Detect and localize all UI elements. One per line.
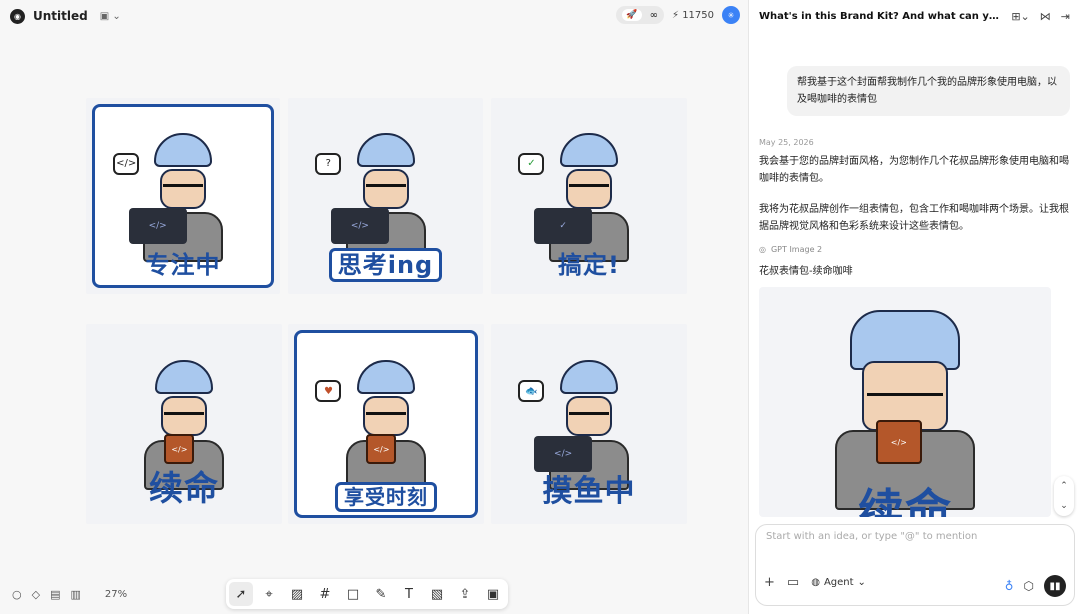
model-icon: ◎ [759, 245, 766, 254]
canvas[interactable]: ◉ Untitled ▣ ⌄ 🚀 ∞ ⚡ 11750 ✳ </> </> 专注中… [0, 0, 748, 614]
caption-text: 思考ing [328, 248, 443, 282]
sticker-caption: 续命 [149, 469, 219, 509]
ai-message: 我会基于您的品牌封面风格，为您制作几个花叔品牌形象使用电脑和喝咖啡的表情包。 我… [759, 153, 1070, 235]
image-title: 花叔表情包-续命咖啡 [759, 266, 853, 277]
layers-icon[interactable]: ◇ [32, 588, 40, 601]
bottom-bar: ○ ◇ ▤ ▥ 27% ➚ ⌖ ▨ # □ ✎ T ▧ ⇪ ▣ [0, 574, 748, 614]
coffee-cup-icon: </> [164, 434, 195, 464]
panel-header: What's in this Brand Kit? And what can y… [749, 0, 1080, 32]
glasses [366, 412, 406, 422]
code-bubble-icon: </> [113, 152, 140, 175]
sticker-done[interactable]: ✓ ✓ 搞定! [491, 98, 687, 294]
chevron-down-icon: ⌄ [857, 577, 866, 588]
agent-icon: ◍ [811, 577, 820, 588]
sticker-caption: 享受时刻 [288, 481, 484, 512]
project-title[interactable]: Untitled [33, 9, 88, 23]
sticker-focus[interactable]: </> </> 专注中 [86, 98, 280, 294]
text-tool-icon[interactable]: T [397, 582, 421, 606]
model-tag: ◎ GPT Image 2 [759, 245, 1070, 254]
composer: + ▭ ◍ Agent ⌄ ♁ ⬡ ▮▮ [755, 524, 1075, 606]
user-message: 帮我基于这个封面帮我制作几个我的品牌形象使用电脑，以及喝咖啡的表情包 [787, 66, 1070, 116]
generated-image[interactable]: </> 续命 [759, 287, 1051, 517]
heart-bubble-icon: ♥ [315, 380, 342, 402]
coffee-cup-icon: </> [366, 434, 397, 464]
frame-tool-icon[interactable]: # [313, 582, 337, 606]
prompt-input[interactable] [766, 531, 1064, 561]
agent-selector[interactable]: ◍ Agent ⌄ [811, 577, 866, 588]
pen-tool-icon[interactable]: ✎ [369, 582, 393, 606]
upload-tool-icon[interactable]: ⇪ [453, 582, 477, 606]
coffee-cup-icon: </> [875, 420, 922, 465]
idea-icon[interactable]: ♁ [1005, 579, 1014, 593]
voice-icon[interactable]: ▮▮ [1044, 575, 1066, 597]
new-chat-icon[interactable]: ⊞⌄ [1011, 10, 1029, 23]
glasses [867, 392, 943, 403]
project-menu-icon[interactable]: ▣ ⌄ [100, 11, 121, 22]
scroll-down-icon[interactable]: ⌄ [1060, 501, 1068, 511]
hat [560, 360, 618, 394]
laptop-icon: ✓ [534, 207, 593, 244]
check-bubble-icon: ✓ [518, 152, 545, 175]
circle-icon[interactable]: ○ [12, 588, 22, 601]
sticker-caption: 思考ing [288, 245, 483, 282]
sticker-caption: 专注中 [145, 251, 221, 279]
app-logo[interactable]: ◉ [10, 8, 25, 24]
scroll-buttons: ⌃ ⌄ [1054, 476, 1074, 516]
credits-counter[interactable]: ⚡ 11750 [672, 10, 714, 21]
video-tool-icon[interactable]: ▣ [481, 582, 505, 606]
avatar[interactable]: ✳ [722, 6, 740, 24]
glasses [163, 184, 203, 194]
book-icon[interactable]: ▭ [787, 575, 799, 590]
sticker-caption: 摸鱼中 [542, 474, 636, 509]
ai-paragraph: 我将为花叔品牌创作一组表情包，包含工作和喝咖啡两个场景。让我根据品牌视觉风格和色… [759, 204, 1069, 232]
result-caption: 续命 [858, 484, 952, 517]
sticker-enjoy[interactable]: ♥ </> 享受时刻 [288, 324, 484, 524]
question-bubble-icon: ? [315, 152, 342, 175]
library-icon[interactable]: ▥ [70, 588, 80, 601]
assets-icon[interactable]: ▤ [50, 588, 60, 601]
model-name: GPT Image 2 [770, 245, 823, 254]
glasses [569, 184, 609, 194]
tool-bar: ➚ ⌖ ▨ # □ ✎ T ▧ ⇪ ▣ [226, 579, 508, 609]
glasses [569, 412, 609, 422]
chat-thread[interactable]: 帮我基于这个封面帮我制作几个我的品牌形象使用电脑，以及喝咖啡的表情包 May 2… [749, 32, 1080, 522]
message-date: May 25, 2026 [759, 138, 814, 147]
laptop-icon: </> [128, 207, 187, 244]
hat [155, 360, 213, 394]
chat-panel: What's in this Brand Kit? And what can y… [748, 0, 1080, 614]
pin-tool-icon[interactable]: ⌖ [257, 582, 281, 606]
rectangle-tool-icon[interactable]: □ [341, 582, 365, 606]
top-bar: ◉ Untitled ▣ ⌄ 🚀 ∞ ⚡ 11750 ✳ [0, 0, 748, 32]
caption-text: 享受时刻 [335, 482, 437, 512]
conversation-title[interactable]: What's in this Brand Kit? And what can y… [759, 11, 999, 22]
sticker-slacking[interactable]: 🐟 </> 摸鱼中 [491, 324, 687, 524]
collapse-panel-icon[interactable]: ⇥ [1061, 10, 1070, 23]
select-tool-icon[interactable]: ➚ [229, 582, 253, 606]
rocket-icon[interactable]: 🚀 [622, 9, 642, 21]
sticker-caption: 搞定! [558, 251, 620, 279]
share-icon[interactable]: ⋈ [1040, 10, 1051, 23]
zoom-level[interactable]: 27% [105, 589, 127, 600]
glasses [365, 184, 406, 194]
laptop-icon: </> [330, 207, 389, 244]
glasses [164, 412, 204, 422]
infinite-icon[interactable]: ∞ [650, 10, 658, 21]
sticker-coffee[interactable]: </> 续命 [86, 324, 282, 524]
hat [356, 133, 415, 168]
ai-paragraph: 我会基于您的品牌封面风格，为您制作几个花叔品牌形象使用电脑和喝咖啡的表情包。 [759, 156, 1069, 184]
agent-label: Agent [823, 577, 854, 588]
cube-icon[interactable]: ⬡ [1024, 579, 1034, 593]
image-tool-icon[interactable]: ▨ [285, 582, 309, 606]
sticker-thinking[interactable]: ? </> 思考ing [288, 98, 483, 294]
image-gen-tool-icon[interactable]: ▧ [425, 582, 449, 606]
fish-bubble-icon: 🐟 [518, 380, 545, 402]
add-icon[interactable]: + [764, 575, 775, 590]
scroll-up-icon[interactable]: ⌃ [1060, 481, 1068, 491]
credits-value: 11750 [682, 9, 714, 21]
mode-toggle[interactable]: 🚀 ∞ [616, 6, 664, 24]
hat [560, 133, 618, 168]
